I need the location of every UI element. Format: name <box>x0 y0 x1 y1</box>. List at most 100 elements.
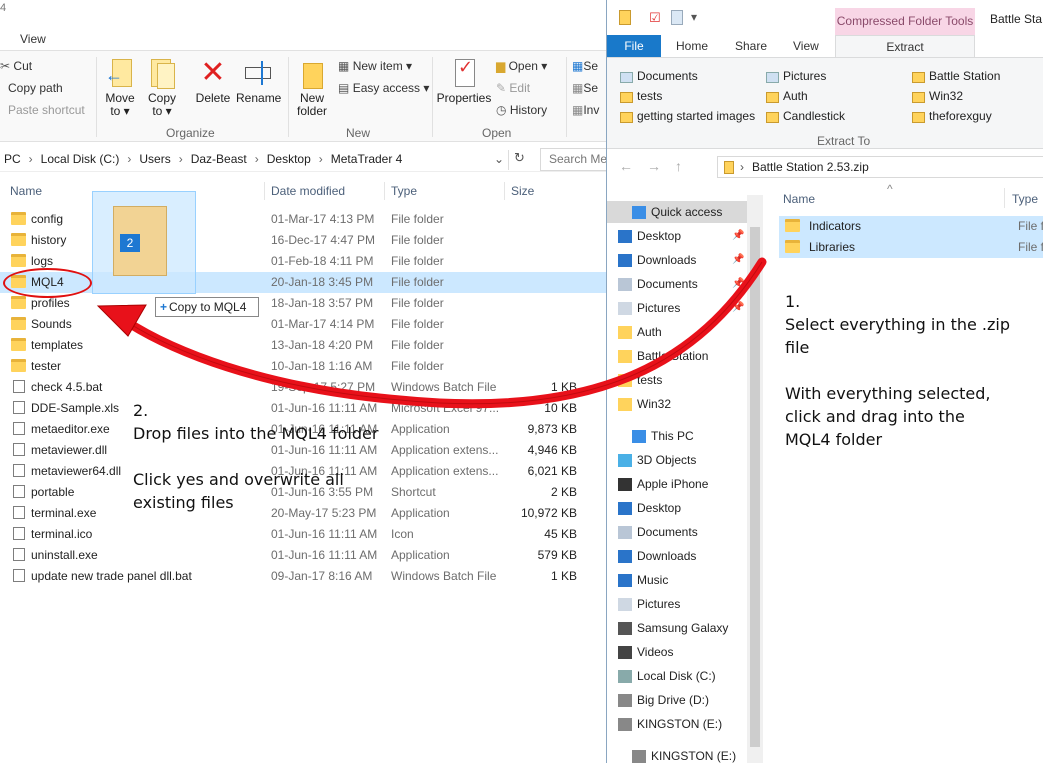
file-row[interactable]: check 4.5.bat 19-Sep-17 5:27 PM Windows Ba… <box>0 377 606 398</box>
move-to-button[interactable]: ← Move to ▾ <box>102 57 138 118</box>
tab-share[interactable]: Share <box>735 39 767 53</box>
extract-destination[interactable]: theforexguy <box>912 109 992 123</box>
address-bar[interactable]: PC › Local Disk (C:) › Users › Daz-Beast › Deskt… <box>0 148 606 172</box>
column-name[interactable]: Name <box>783 192 815 206</box>
tab-view[interactable]: View <box>20 32 46 46</box>
zip-item-row[interactable]: Indicators File f <box>779 216 1043 237</box>
nav-scrollbar[interactable] <box>747 195 763 763</box>
desktop-icon <box>618 230 632 243</box>
nav-item[interactable]: Apple iPhone <box>618 477 708 491</box>
file-row[interactable]: terminal.ico 01-Jun-16 11:11 AM Icon 45 KB <box>0 524 606 545</box>
zip-item-row[interactable]: Libraries File f <box>779 237 1043 258</box>
file-row[interactable]: uninstall.exe 01-Jun-16 11:11 AM Applicati… <box>0 545 606 566</box>
tab-file[interactable]: File <box>607 35 661 57</box>
history-button[interactable]: ◷ History <box>496 103 547 117</box>
extract-destination[interactable]: getting started images <box>620 109 755 123</box>
extract-destination[interactable]: tests <box>620 89 662 103</box>
extract-destination[interactable]: Auth <box>766 89 808 103</box>
new-folder-button[interactable]: New folder <box>292 57 332 118</box>
file-icon <box>13 527 25 540</box>
nav-item[interactable]: Quick access <box>632 205 722 219</box>
select-none-button[interactable]: ▦Se <box>572 81 598 95</box>
column-name[interactable]: Name <box>10 184 42 198</box>
breadcrumb[interactable]: PC › Local Disk (C:) › Users › Daz-Beast › Deskt… <box>4 152 402 166</box>
nav-item[interactable]: Documents <box>618 525 698 539</box>
column-type[interactable]: Type <box>1012 192 1038 206</box>
breadcrumb-user[interactable]: Daz-Beast <box>191 152 247 166</box>
column-divider[interactable] <box>1004 188 1005 208</box>
chevron-down-icon[interactable]: ⌄ <box>494 152 504 166</box>
extract-destination[interactable]: Battle Station <box>912 69 1000 83</box>
column-divider[interactable] <box>384 182 385 200</box>
file-name: profiles <box>31 296 70 310</box>
select-all-button[interactable]: ▦Se <box>572 59 598 73</box>
nav-item[interactable]: Pictures <box>618 597 680 611</box>
nav-item[interactable]: Videos <box>618 645 673 659</box>
nav-item[interactable]: tests <box>618 373 662 387</box>
nav-item[interactable]: Samsung Galaxy <box>618 621 728 635</box>
breadcrumb-desktop[interactable]: Desktop <box>267 152 311 166</box>
nav-item[interactable]: Documents <box>618 277 698 291</box>
paste-shortcut-button[interactable]: Paste shortcut <box>0 103 85 117</box>
tab-home[interactable]: Home <box>676 39 708 53</box>
tab-extract[interactable]: Extract <box>835 35 975 57</box>
cut-button[interactable]: ✂ Cut <box>0 59 32 73</box>
nav-item[interactable]: Win32 <box>618 397 671 411</box>
file-row[interactable]: config 01-Mar-17 4:13 PM File folder <box>0 209 606 230</box>
nav-item[interactable]: Big Drive (D:) <box>618 693 709 707</box>
nav-item[interactable]: Desktop <box>618 501 681 515</box>
nav-item[interactable]: Downloads <box>618 549 696 563</box>
search-input[interactable]: Search Me <box>540 148 606 171</box>
nav-item[interactable]: Auth <box>618 325 662 339</box>
edit-button[interactable]: ✎ Edit <box>496 81 530 95</box>
copy-path-button[interactable]: Copy path <box>0 81 63 95</box>
column-date[interactable]: Date modified <box>271 184 345 198</box>
nav-item[interactable]: Battle Station <box>618 349 708 363</box>
extract-destination[interactable]: Documents <box>620 69 698 83</box>
nav-item[interactable]: KINGSTON (E:) <box>632 749 736 763</box>
copy-to-button[interactable]: Copy to ▾ <box>144 57 180 118</box>
properties-check-icon[interactable]: ☑ <box>649 10 661 26</box>
nav-item[interactable]: Desktop <box>618 229 681 243</box>
refresh-icon[interactable]: ↻ <box>508 150 530 170</box>
extract-destination[interactable]: Pictures <box>766 69 826 83</box>
breadcrumb-users[interactable]: Users <box>139 152 170 166</box>
column-divider[interactable] <box>264 182 265 200</box>
address-path[interactable]: › Battle Station 2.53.zip <box>717 156 1043 178</box>
invert-selection-button[interactable]: ▦Inv <box>572 103 599 117</box>
nav-item[interactable]: Music <box>618 573 668 587</box>
file-row[interactable]: logs 01-Feb-18 4:11 PM File folder <box>0 251 606 272</box>
file-row[interactable]: profiles 18-Jan-18 3:57 PM File folder <box>0 293 606 314</box>
file-row[interactable]: history 16-Dec-17 4:47 PM File folder <box>0 230 606 251</box>
breadcrumb-pc[interactable]: PC <box>4 152 21 166</box>
file-row[interactable]: templates 13-Jan-18 4:20 PM File folder <box>0 335 606 356</box>
nav-item[interactable]: 3D Objects <box>618 453 696 467</box>
chevron-down-icon[interactable]: ▾ <box>691 10 697 24</box>
nav-item[interactable]: Pictures <box>618 301 680 315</box>
tab-view[interactable]: View <box>793 39 819 53</box>
rename-button[interactable]: Rename <box>236 57 281 105</box>
extract-destination[interactable]: Candlestick <box>766 109 845 123</box>
file-row[interactable]: update new trade panel dll.bat 09-Jan-17 … <box>0 566 606 587</box>
properties-button[interactable]: ✓ Properties <box>436 57 492 105</box>
column-type[interactable]: Type <box>391 184 417 198</box>
nav-item[interactable]: This PC <box>632 429 694 443</box>
easy-access-button[interactable]: ▤ Easy access ▾ <box>338 81 429 95</box>
scroll-thumb[interactable] <box>750 227 760 747</box>
open-button[interactable]: ▆ Open ▾ <box>496 59 547 73</box>
new-item-button[interactable]: ▦ New item ▾ <box>338 59 412 73</box>
column-divider[interactable] <box>504 182 505 200</box>
delete-button[interactable]: ✕ Delete <box>194 57 232 105</box>
new-folder-icon[interactable] <box>671 10 683 25</box>
file-row[interactable]: tester 10-Jan-18 1:16 AM File folder <box>0 356 606 377</box>
file-date: 10-Jan-18 1:16 AM <box>271 359 373 373</box>
breadcrumb-local-disk[interactable]: Local Disk (C:) <box>41 152 120 166</box>
breadcrumb-metatrader[interactable]: MetaTrader 4 <box>331 152 403 166</box>
column-size[interactable]: Size <box>511 184 534 198</box>
nav-arrows[interactable]: ←→↑ <box>619 158 696 174</box>
nav-item[interactable]: Downloads <box>618 253 696 267</box>
nav-item[interactable]: Local Disk (C:) <box>618 669 716 683</box>
extract-destination[interactable]: Win32 <box>912 89 963 103</box>
nav-item[interactable]: KINGSTON (E:) <box>618 717 722 731</box>
file-row[interactable]: Sounds 01-Mar-17 4:14 PM File folder <box>0 314 606 335</box>
